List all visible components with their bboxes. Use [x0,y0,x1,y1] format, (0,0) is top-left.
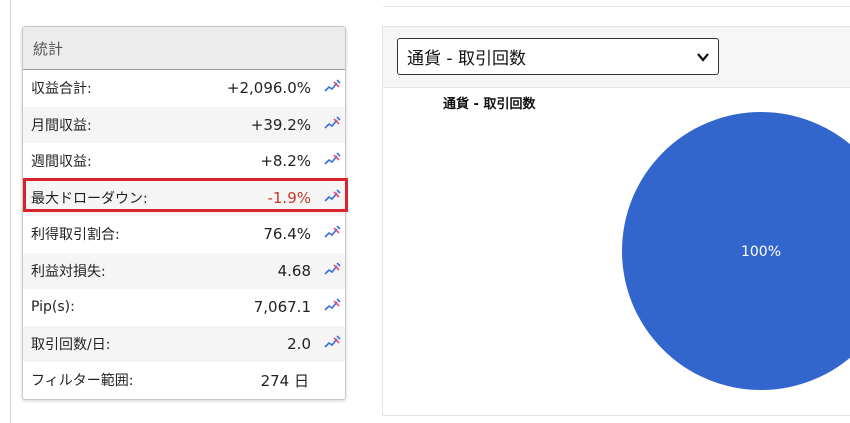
stat-value: +2,096.0% [226,79,311,98]
top-strip [383,0,850,7]
stat-label: 利益対損失: [31,263,106,280]
stat-row-pips: Pip(s): 7,067.1 [23,289,345,326]
chart-edit-icon[interactable] [323,298,341,312]
stats-panel: 統計 収益合計: +2,096.0% 月間収益: +39.2% 週間収益: +8… [22,26,346,400]
stat-label: 最大ドローダウン: [31,190,148,207]
stat-label: 月間収益: [31,117,92,134]
stat-value: 274 日 [260,371,309,390]
stat-value: +39.2% [250,115,311,134]
stats-title: 統計 [33,39,64,58]
left-divider [10,0,11,423]
chart-edit-icon[interactable] [323,188,341,203]
pie-chart: 100% [622,112,850,390]
chart-edit-icon[interactable] [323,261,341,276]
stat-label: フィルター範囲: [31,373,134,390]
stat-row-profit-factor: 利益対損失: 4.68 [23,252,345,289]
chart-edit-icon[interactable] [323,225,341,239]
stat-value: 7,067.1 [253,298,311,317]
stat-row-filter-range: フィルター範囲: 274 日 [23,362,345,399]
stat-value: 2.0 [287,334,311,353]
stat-row-monthly-gain: 月間収益: +39.2% [23,106,345,143]
chart-edit-icon[interactable] [323,152,341,166]
stat-value: 76.4% [263,225,311,244]
stat-row-weekly-gain: 週間収益: +8.2% [23,143,345,180]
stat-label: 週間収益: [31,154,92,171]
stat-row-max-drawdown: 最大ドローダウン: -1.9% [23,179,345,216]
stat-row-win-rate: 利得取引割合: 76.4% [23,216,345,253]
pie-slice [622,112,850,390]
pie-slice-label: 100% [741,244,781,260]
chart-edit-icon[interactable] [323,334,341,349]
stat-label: Pip(s): [31,299,75,316]
stat-label: 利得取引割合: [31,227,120,244]
stats-header: 統計 [23,27,345,70]
stat-value: 4.68 [277,261,311,280]
stat-row-trades-per-day: 取引回数/日: 2.0 [23,325,345,362]
stat-row-total-gain: 収益合計: +2,096.0% [23,70,345,107]
stat-value: -1.9% [267,188,311,207]
chart-edit-icon[interactable] [323,79,341,93]
chart-panel: 通貨 - 取引回数 通貨 - 取引回数 100% [382,26,850,416]
stat-value: +8.2% [260,152,311,171]
stat-label: 取引回数/日: [31,336,111,353]
chart-edit-icon[interactable] [323,115,341,130]
stat-label: 収益合計: [31,81,92,98]
